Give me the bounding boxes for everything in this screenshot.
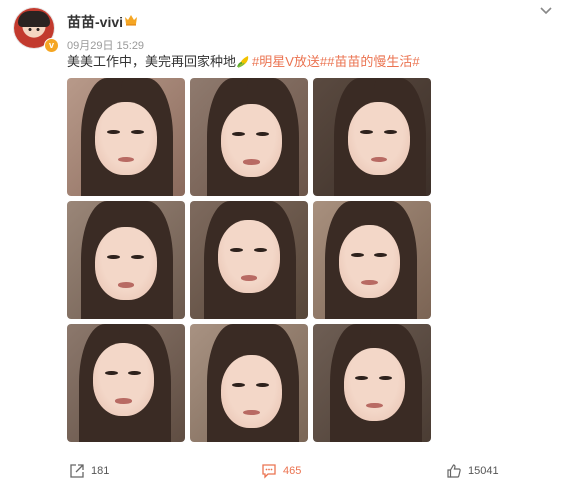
username[interactable]: 苗苗-vivi bbox=[67, 12, 123, 32]
comment-button[interactable]: 465 bbox=[261, 460, 301, 482]
photo-thumbnail[interactable] bbox=[67, 201, 185, 319]
share-icon bbox=[70, 464, 84, 478]
photo-thumbnail[interactable] bbox=[313, 201, 431, 319]
portrait-face bbox=[338, 224, 401, 298]
photo-thumbnail[interactable] bbox=[67, 78, 185, 196]
photo-thumbnail[interactable] bbox=[313, 78, 431, 196]
avatar-hair bbox=[18, 11, 50, 27]
hashtag-link[interactable]: #明星V放送# bbox=[252, 54, 327, 69]
thumbs-up-icon bbox=[447, 464, 461, 478]
avatar-eyes bbox=[26, 28, 42, 31]
photo-thumbnail[interactable] bbox=[67, 324, 185, 442]
photo-grid bbox=[67, 78, 431, 442]
post-text-body: 美美工作中，美完再回家种地 bbox=[67, 54, 237, 69]
post-text: 美美工作中，美完再回家种地 #明星V放送##苗苗的慢生活# bbox=[67, 53, 420, 71]
post-time[interactable]: 09月29日 15:29 bbox=[67, 37, 144, 53]
portrait-face bbox=[95, 226, 157, 301]
lips bbox=[117, 282, 135, 288]
vip-crown-icon[interactable] bbox=[124, 14, 138, 26]
eye-right bbox=[383, 129, 397, 135]
portrait-face bbox=[95, 101, 157, 175]
action-bar: 181 465 15041 bbox=[0, 452, 564, 488]
photo-thumbnail[interactable] bbox=[190, 324, 308, 442]
weibo-post: v 苗苗-vivi 09月29日 15:29 美美工作中，美完再回家种地 #明星… bbox=[0, 0, 564, 495]
repost-button[interactable]: 181 bbox=[69, 460, 109, 482]
eye-right bbox=[130, 129, 144, 135]
portrait-face bbox=[348, 101, 410, 175]
portrait-face bbox=[343, 347, 406, 421]
chevron-down-icon[interactable] bbox=[538, 2, 554, 18]
eye-left bbox=[350, 252, 364, 258]
comment-count: 465 bbox=[283, 465, 302, 477]
lips bbox=[115, 398, 132, 404]
like-button[interactable]: 15041 bbox=[446, 460, 499, 482]
comment-icon bbox=[262, 464, 276, 479]
repost-count: 181 bbox=[91, 465, 110, 477]
lips bbox=[240, 275, 258, 281]
lips bbox=[243, 159, 260, 165]
hashtag-link[interactable]: #苗苗的慢生活# bbox=[327, 54, 419, 69]
portrait-face bbox=[92, 342, 155, 417]
portrait-face bbox=[220, 354, 283, 428]
portrait-face bbox=[220, 103, 283, 178]
photo-thumbnail[interactable] bbox=[190, 201, 308, 319]
eye-right bbox=[379, 375, 393, 381]
like-count: 15041 bbox=[468, 465, 499, 477]
eye-left bbox=[107, 129, 121, 135]
verified-badge: v bbox=[44, 38, 59, 53]
photo-thumbnail[interactable] bbox=[313, 324, 431, 442]
photo-thumbnail[interactable] bbox=[190, 78, 308, 196]
portrait-face bbox=[218, 219, 280, 294]
corn-icon bbox=[237, 56, 249, 68]
